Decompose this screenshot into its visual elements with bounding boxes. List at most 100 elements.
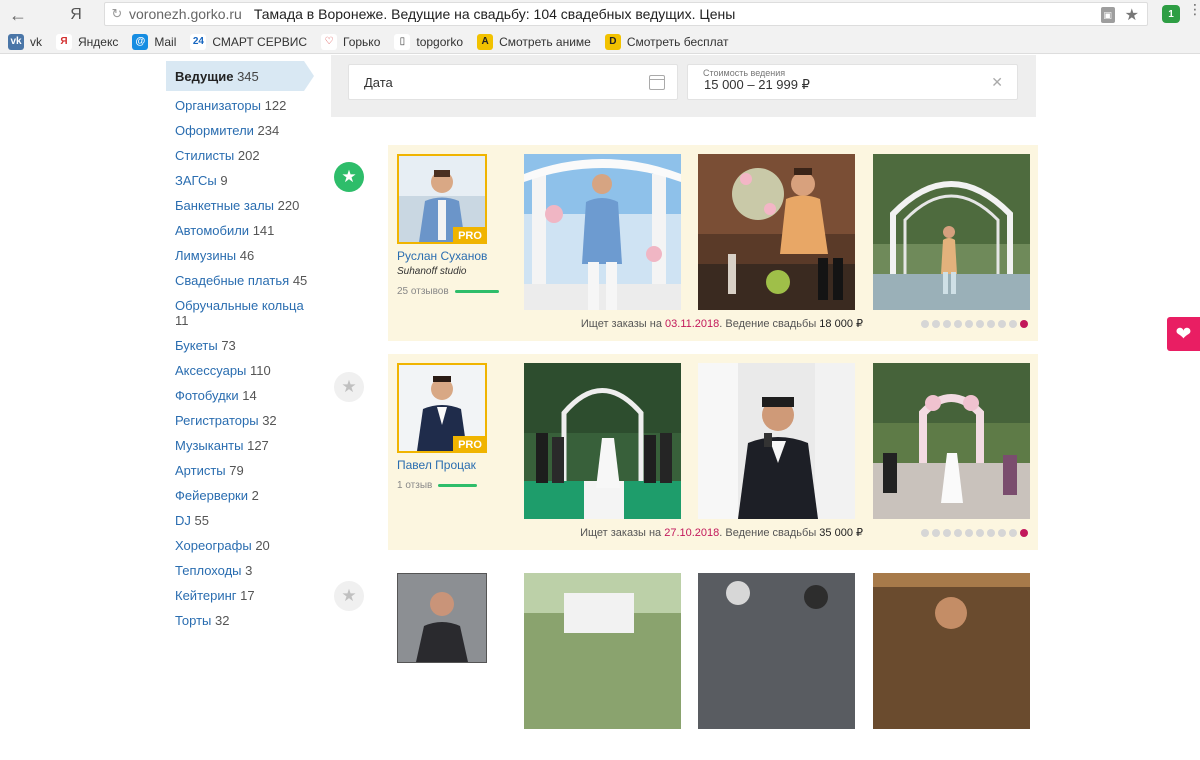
bookmark-yandex[interactable]: Я Яндекс — [56, 33, 118, 50]
mail-icon: @ — [132, 33, 149, 50]
date-filter-field[interactable]: Дата — [348, 64, 678, 100]
pager-dot[interactable] — [932, 529, 940, 537]
sidebar-category-link[interactable]: Автомобили 141 — [166, 218, 316, 243]
sidebar-category-link[interactable]: Ведущие 345 — [166, 61, 314, 91]
favorites-heart-icon[interactable]: ❤ — [1167, 317, 1200, 351]
host-avatar[interactable]: PRO — [397, 363, 487, 453]
sidebar-category-link[interactable]: Оформители 234 — [166, 118, 316, 143]
sidebar-category-link[interactable]: Стилисты 202 — [166, 143, 316, 168]
sidebar-category-link[interactable]: Музыканты 127 — [166, 433, 316, 458]
pager-dot[interactable] — [1009, 529, 1017, 537]
favorite-star-outline-icon[interactable]: ★ — [334, 581, 364, 611]
back-button[interactable]: ← — [0, 0, 36, 30]
portfolio-photo[interactable] — [524, 154, 681, 310]
category-count: 110 — [250, 363, 271, 378]
protect-icon[interactable]: ▣ — [1100, 7, 1115, 23]
pager-dot[interactable] — [1020, 320, 1028, 328]
clear-icon[interactable]: ✕ — [991, 74, 1003, 91]
sidebar-category-link[interactable]: Фейерверки 2 — [166, 483, 316, 508]
sidebar-category-link[interactable]: Хореографы 20 — [166, 533, 316, 558]
sidebar-category-link[interactable]: Лимузины 46 — [166, 243, 316, 268]
bookmark-label: vk — [30, 34, 42, 49]
host-reviews[interactable]: 25 отзывов — [397, 286, 499, 297]
sidebar-category-link[interactable]: Теплоходы 3 — [166, 558, 316, 583]
sidebar-category-link[interactable]: Торты 32 — [166, 608, 316, 633]
category-label: Автомобили — [175, 223, 250, 238]
sidebar-category-link[interactable]: Свадебные платья 45 — [166, 268, 316, 293]
sidebar-category-link[interactable]: Банкетные залы 220 — [166, 193, 316, 218]
address-bar[interactable]: ↻ voronezh.gorko.ru Тамада в Воронеже. В… — [104, 2, 1148, 26]
cost-filter-field[interactable]: Стоимость ведения 15 000 – 21 999 ₽ ✕ — [687, 64, 1018, 100]
bookmark-vk[interactable]: vk vk — [8, 33, 42, 50]
sidebar-category-link[interactable]: Фотобудки 14 — [166, 383, 316, 408]
sidebar-category-link[interactable]: DJ 55 — [166, 508, 316, 533]
bookmark-star-icon[interactable]: ★ — [1125, 5, 1139, 25]
bookmark-page[interactable]: ▯ topgorko — [394, 33, 463, 50]
host-reviews[interactable]: 1 отзыв — [397, 480, 478, 491]
sidebar-category-link[interactable]: Артисты 79 — [166, 458, 316, 483]
portfolio-photo[interactable] — [698, 363, 855, 519]
reload-icon[interactable]: ↻ — [105, 6, 129, 22]
category-label: Фейерверки — [175, 488, 249, 503]
portfolio-photo[interactable] — [698, 154, 855, 310]
pager-dot[interactable] — [976, 529, 984, 537]
pager-dot[interactable] — [943, 320, 951, 328]
host-card[interactable]: PRO Руслан Суханов Suhanoff studio 25 от… — [388, 145, 1038, 341]
category-count: 122 — [264, 98, 287, 113]
host-card[interactable] — [388, 564, 1038, 760]
rating-bar — [454, 290, 499, 293]
film-icon: D — [604, 33, 621, 50]
sidebar-category-link[interactable]: Регистраторы 32 — [166, 408, 316, 433]
menu-icon[interactable]: ⋮ — [1188, 2, 1200, 16]
pager-dot[interactable] — [921, 529, 929, 537]
pager-dot[interactable] — [943, 529, 951, 537]
pager-dot[interactable] — [1020, 529, 1028, 537]
category-count: 220 — [277, 198, 300, 213]
bookmark-smart-service[interactable]: 24 СМАРТ СЕРВИС — [190, 33, 307, 50]
pager-dot[interactable] — [921, 320, 929, 328]
pager-dot[interactable] — [965, 529, 973, 537]
sidebar-category-link[interactable]: Организаторы 122 — [166, 93, 316, 118]
host-avatar[interactable]: PRO — [397, 154, 487, 244]
reviews-count: 25 отзывов — [397, 286, 449, 297]
url-domain: voronezh.gorko.ru — [129, 6, 242, 22]
bookmark-film[interactable]: D Смотреть бесплат — [604, 33, 729, 50]
favorite-star-outline-icon[interactable]: ★ — [334, 372, 364, 402]
sidebar-category-link[interactable]: Обручальные кольца 11 — [166, 293, 316, 333]
host-name-link[interactable]: Павел Процак — [397, 458, 476, 472]
portfolio-photo[interactable] — [873, 154, 1030, 310]
host-name-link[interactable]: Руслан Суханов — [397, 249, 487, 263]
portfolio-photo[interactable] — [698, 573, 855, 729]
bookmark-anime[interactable]: A Смотреть аниме — [477, 33, 591, 50]
extension-icon[interactable]: 1 — [1162, 5, 1180, 23]
calendar-icon[interactable] — [649, 75, 665, 90]
pager-dot[interactable] — [976, 320, 984, 328]
pager-dot[interactable] — [998, 320, 1006, 328]
sidebar-category-link[interactable]: Кейтеринг 17 — [166, 583, 316, 608]
pager-dot[interactable] — [954, 320, 962, 328]
host-avatar[interactable] — [397, 573, 487, 663]
portfolio-photo[interactable] — [873, 363, 1030, 519]
pager-dot[interactable] — [954, 529, 962, 537]
bookmark-gorko[interactable]: ♡ Горько — [321, 33, 380, 50]
sidebar-category-link[interactable]: Аксессуары 110 — [166, 358, 316, 383]
pager-dot[interactable] — [932, 320, 940, 328]
pager-dot[interactable] — [987, 320, 995, 328]
portfolio-photo[interactable] — [524, 573, 681, 729]
yandex-browser-logo[interactable]: Я — [58, 0, 94, 30]
host-card[interactable]: PRO Павел Процак 1 отзыв Ищет заказы на … — [388, 354, 1038, 550]
category-count: 2 — [251, 488, 259, 503]
portfolio-photo[interactable] — [524, 363, 681, 519]
bookmark-mail[interactable]: @ Mail — [132, 33, 176, 50]
sidebar-category-link[interactable]: ЗАГСы 9 — [166, 168, 316, 193]
favorite-star-icon[interactable]: ★ — [334, 162, 364, 192]
gallery-pager[interactable] — [921, 529, 1028, 537]
portfolio-photo[interactable] — [873, 573, 1030, 729]
category-count: 234 — [257, 123, 280, 138]
pager-dot[interactable] — [998, 529, 1006, 537]
pager-dot[interactable] — [987, 529, 995, 537]
pager-dot[interactable] — [965, 320, 973, 328]
gallery-pager[interactable] — [921, 320, 1028, 328]
pager-dot[interactable] — [1009, 320, 1017, 328]
sidebar-category-link[interactable]: Букеты 73 — [166, 333, 316, 358]
